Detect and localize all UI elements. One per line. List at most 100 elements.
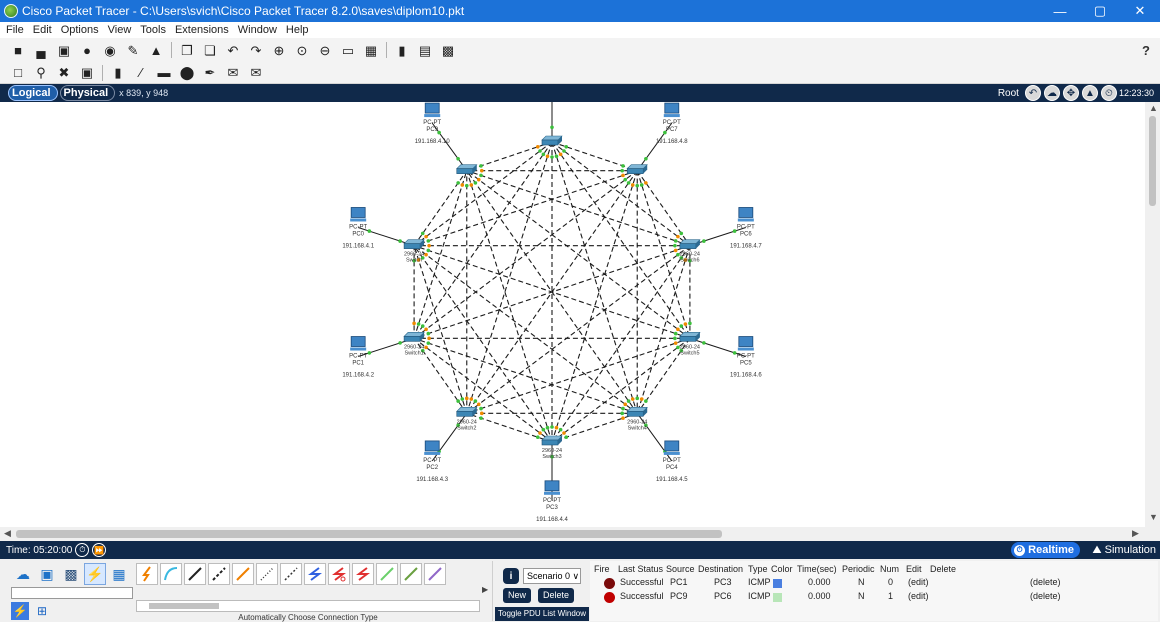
menu-tools[interactable]: Tools — [140, 24, 166, 36]
background-image-icon[interactable]: ▲ — [1081, 85, 1098, 101]
tab-physical[interactable]: Physical — [59, 85, 116, 101]
crossover-cable-icon[interactable] — [208, 563, 230, 585]
ellipse-icon[interactable]: ⬤ — [179, 65, 195, 81]
pdu-delete-link[interactable]: (delete) — [1030, 591, 1061, 601]
switch-device[interactable] — [626, 164, 648, 174]
pc-device[interactable]: PC-PTPC9 191.168.4.10 — [415, 102, 451, 145]
cable-scrollbar[interactable] — [136, 600, 480, 612]
coaxial-cable-icon[interactable] — [280, 563, 302, 585]
scenario-info-icon[interactable]: i — [503, 568, 519, 584]
horizontal-scroll-thumb[interactable] — [16, 530, 722, 538]
crossover-link[interactable] — [413, 245, 638, 414]
logical-workspace-canvas[interactable]: PC-PTPC8191.168.4.9PC-PTPC7191.168.4.8PC… — [0, 102, 1145, 527]
crossover-link[interactable] — [466, 141, 553, 414]
viewport-clock-icon[interactable]: ⏲ — [1100, 85, 1117, 101]
zoom-in-icon[interactable]: ⊕ — [271, 42, 287, 58]
crossover-link[interactable] — [413, 245, 468, 414]
crossover-link[interactable] — [466, 245, 691, 414]
fiber-cable-icon[interactable] — [232, 563, 254, 585]
delete-scenario-button[interactable]: Delete — [538, 588, 575, 603]
move-object-icon[interactable]: ✥ — [1062, 85, 1079, 101]
freeform-icon[interactable]: ✒ — [202, 65, 218, 81]
menu-options[interactable]: Options — [61, 24, 99, 36]
switch-device[interactable]: 2960-24Switch1 — [403, 332, 425, 356]
switch-device[interactable]: 2960-24Switch3 — [541, 435, 563, 460]
device-search-input[interactable] — [11, 587, 133, 599]
scroll-down-icon[interactable]: ▼ — [1149, 512, 1158, 522]
menu-window[interactable]: Window — [238, 24, 277, 36]
pc-device[interactable]: PC-PTPC0 191.168.4.1 — [342, 207, 375, 249]
add-simple-pdu-icon[interactable]: ✉ — [225, 65, 241, 81]
pdu-row[interactable]: Successful PC9 PC6 ICMP 0.000 N 1 (edit)… — [590, 591, 1158, 603]
info-icon[interactable]: ◉ — [102, 42, 118, 58]
zoom-out-icon[interactable]: ⊖ — [317, 42, 333, 58]
crossover-link[interactable] — [466, 170, 691, 247]
activity-wizard-icon[interactable]: ✎ — [125, 42, 141, 58]
components-icon[interactable]: ▩ — [60, 563, 82, 585]
save-icon[interactable]: ▣ — [56, 42, 72, 58]
viewport-icon[interactable]: ▤ — [417, 42, 433, 58]
pc-device[interactable]: PC-PTPC3 191.168.4.4 — [536, 480, 569, 523]
fast-forward-icon[interactable]: ⏩ — [92, 543, 107, 557]
scroll-up-icon[interactable]: ▲ — [1149, 103, 1158, 113]
menu-file[interactable]: File — [6, 24, 24, 36]
drawing-palette-icon[interactable]: ▭ — [340, 42, 356, 58]
simulation-mode-tab[interactable]: ⛰ Simulation — [1092, 542, 1156, 558]
cable-scroll-thumb[interactable] — [149, 603, 219, 609]
back-icon[interactable]: ↶ — [1024, 85, 1041, 101]
octal-cable-icon[interactable] — [352, 563, 374, 585]
inspect-icon[interactable]: ⚲ — [33, 65, 49, 81]
network-devices-icon[interactable]: ☁ — [12, 563, 34, 585]
vertical-scrollbar[interactable]: ▲ ▼ — [1145, 102, 1160, 527]
crossover-link[interactable] — [466, 170, 691, 339]
ipc-icon[interactable]: ▮ — [394, 42, 410, 58]
straight-through-icon[interactable] — [184, 563, 206, 585]
redo-icon[interactable]: ↷ — [248, 42, 264, 58]
open-folder-icon[interactable]: ▄ — [33, 42, 49, 58]
power-cycle-icon[interactable]: ⏱ — [75, 543, 90, 557]
crossover-link[interactable] — [466, 170, 553, 443]
scroll-left-icon[interactable]: ◀ — [4, 528, 11, 539]
line-icon[interactable]: ∕ — [133, 65, 149, 81]
connections-subcategory-icon[interactable]: ⚡ — [11, 602, 29, 620]
note-icon[interactable]: ▮ — [110, 65, 126, 81]
pc-device[interactable]: PC-PTPC2 191.168.4.3 — [416, 440, 449, 483]
fire-button-icon[interactable] — [604, 592, 615, 603]
phone-cable-icon[interactable] — [256, 563, 278, 585]
console-cable-icon[interactable] — [160, 563, 182, 585]
horizontal-scrollbar[interactable]: ◀ ▶ — [0, 527, 1145, 541]
help-button[interactable]: ? — [1142, 43, 1150, 58]
auto-connection-icon[interactable] — [136, 563, 158, 585]
serial-dce-icon[interactable] — [304, 563, 326, 585]
crossover-link[interactable] — [466, 337, 691, 414]
undo-icon[interactable]: ↶ — [225, 42, 241, 58]
custom-device-icon[interactable]: ▦ — [363, 42, 379, 58]
iot-custom-cable-icon[interactable] — [376, 563, 398, 585]
add-complex-pdu-icon[interactable]: ✉ — [248, 65, 264, 81]
rectangle-icon[interactable]: ▬ — [156, 65, 172, 81]
scenario-select[interactable]: Scenario 0 ∨ — [523, 568, 581, 584]
menu-help[interactable]: Help — [286, 24, 309, 36]
close-button[interactable]: ✕ — [1120, 0, 1160, 22]
pc-device[interactable]: PC-PTPC5 191.168.4.6 — [730, 336, 762, 379]
vertical-scroll-thumb[interactable] — [1149, 116, 1156, 206]
pdu-edit-link[interactable]: (edit) — [908, 591, 929, 601]
delete-icon[interactable]: ✖ — [56, 65, 72, 81]
menu-view[interactable]: View — [108, 24, 132, 36]
screenshot-icon[interactable]: ▩ — [440, 42, 456, 58]
network-info-icon[interactable]: ▲ — [148, 42, 164, 58]
switch-device[interactable]: 2960-24Switch2 — [456, 407, 478, 431]
minimize-button[interactable]: — — [1040, 0, 1080, 22]
select-icon[interactable]: □ — [10, 65, 26, 81]
scroll-right-icon[interactable]: ▶ — [1132, 528, 1139, 539]
switch-device[interactable] — [456, 164, 478, 174]
pc-device[interactable]: PC-PTPC6 191.168.4.7 — [730, 207, 762, 249]
misc-icon[interactable]: ▦ — [108, 563, 130, 585]
pc-device[interactable]: PC-PTPC7 191.168.4.8 — [656, 102, 688, 145]
crossover-link[interactable] — [413, 170, 638, 247]
maximize-button[interactable]: ▢ — [1080, 0, 1120, 22]
copy-icon[interactable]: ❐ — [179, 42, 195, 58]
pc-device[interactable]: PC-PTPC1 191.168.4.2 — [342, 336, 375, 379]
menu-edit[interactable]: Edit — [33, 24, 52, 36]
switch-device[interactable] — [541, 135, 563, 146]
